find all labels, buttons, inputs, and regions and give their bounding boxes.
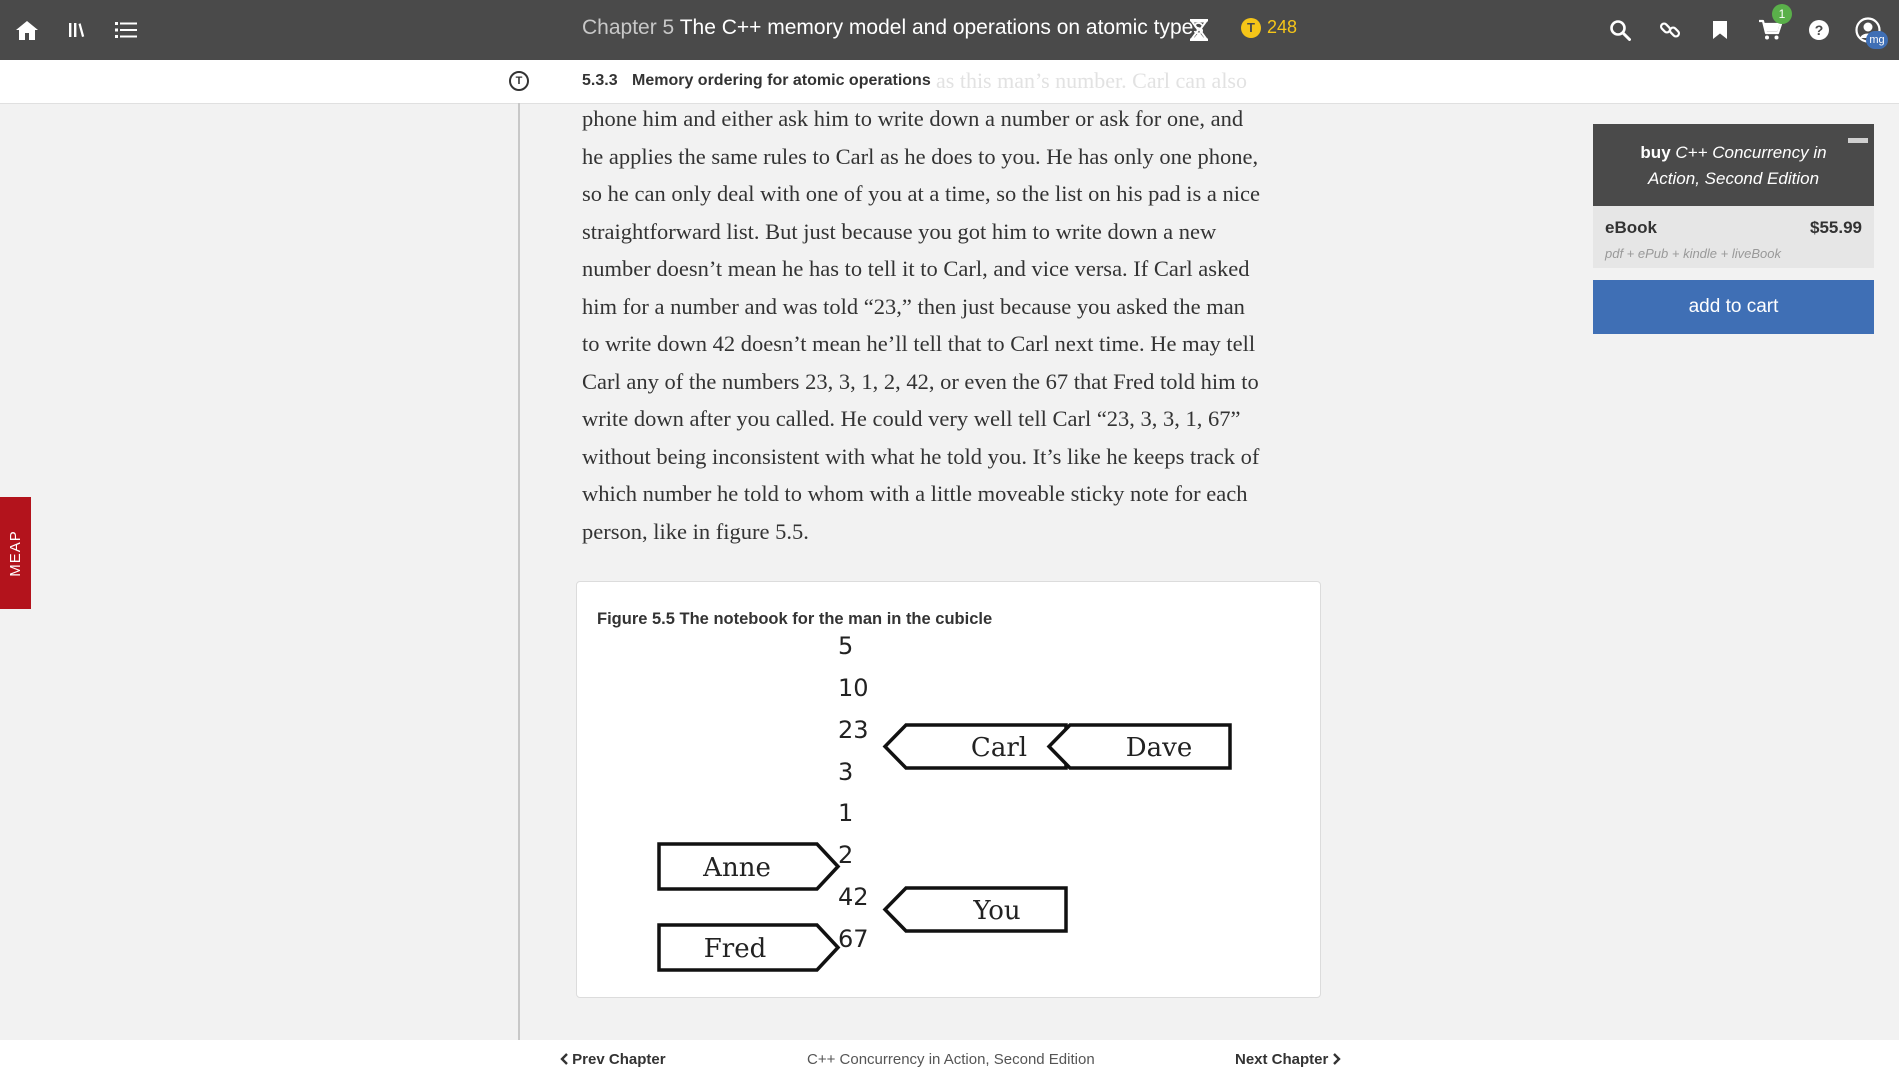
figure-5-5: Figure 5.5 The notebook for the man in t…: [576, 581, 1321, 998]
notebook-number: 3: [838, 758, 853, 786]
content-left-rule: [518, 103, 520, 1040]
meap-label: MEAP: [7, 529, 25, 577]
svg-text:?: ?: [1815, 22, 1824, 38]
anne-label: Anne: [702, 853, 771, 883]
dave-label: Dave: [1126, 733, 1192, 763]
next-chapter-link[interactable]: Next Chapter: [1235, 1051, 1341, 1068]
chapter-name: The C++ memory model and operations on a…: [679, 16, 1204, 39]
text-line: write down after you called. He could ve…: [582, 406, 1241, 431]
notebook-number: 42: [838, 883, 869, 911]
footer-book-title: C++ Concurrency in Action, Second Editio…: [807, 1051, 1095, 1068]
notebook-number: 67: [838, 925, 869, 953]
token-icon: T: [1241, 17, 1261, 38]
user-initials-badge: mg: [1866, 31, 1888, 49]
section-token-icon[interactable]: T: [509, 71, 529, 91]
next-chapter-label: Next Chapter: [1235, 1051, 1329, 1068]
section-number: 5.3.3: [582, 72, 618, 89]
library-icon[interactable]: [62, 16, 90, 44]
search-icon[interactable]: [1606, 16, 1634, 44]
ebook-price: $55.99: [1810, 218, 1862, 237]
notebook-number: 1: [838, 799, 853, 827]
purchase-panel: buy C++ Concurrency in Action, Second Ed…: [1593, 124, 1874, 334]
section-overlap-text: as this man’s number. Carl can also: [936, 68, 1247, 93]
text-line: to write down 42 doesn’t mean he’ll tell…: [582, 331, 1256, 356]
you-label: You: [972, 896, 1020, 926]
prev-chapter-label: Prev Chapter: [572, 1051, 666, 1068]
token-count: 248: [1267, 17, 1298, 37]
notebook-diagram: 5 10 23 3 1 2 42 67 Carl Dave You Anne F…: [657, 632, 1232, 972]
text-line: person, like in figure 5.5.: [582, 518, 809, 544]
collapse-icon[interactable]: [1848, 138, 1868, 143]
text-line: number doesn’t mean he has to tell it to…: [582, 256, 1250, 281]
notebook-number: 10: [838, 674, 869, 702]
home-icon[interactable]: [13, 16, 41, 44]
purchase-header: buy C++ Concurrency in Action, Second Ed…: [1593, 124, 1874, 206]
text-line: Carl any of the numbers 23, 3, 1, 2, 42,…: [582, 368, 1259, 394]
text-line: he applies the same rules to Carl as he …: [582, 143, 1259, 169]
text-line: which number he told to whom with a litt…: [582, 481, 1248, 506]
chapter-number: Chapter 5: [582, 16, 675, 39]
meap-tab[interactable]: MEAP: [0, 497, 31, 609]
text-line: him for a number and was told “23,” then…: [582, 293, 1245, 319]
top-toolbar: Chapter 5 The C++ memory model and opera…: [0, 0, 1899, 60]
book-title-line-1: C++ Concurrency in: [1675, 143, 1827, 162]
token-balance[interactable]: T 248: [1241, 17, 1297, 38]
add-to-cart-button[interactable]: add to cart: [1593, 280, 1874, 334]
buy-prefix: buy: [1640, 143, 1671, 162]
bookmark-icon[interactable]: [1706, 16, 1734, 44]
text-line: straightforward list. But just because y…: [582, 218, 1217, 244]
carl-label: Carl: [971, 733, 1027, 763]
book-content: phone him and either ask him to write do…: [582, 100, 1322, 550]
ebook-formats: pdf + ePub + kindle + liveBook: [1605, 246, 1781, 261]
section-title: Memory ordering for atomic operations: [632, 72, 931, 89]
text-line: so he can only deal with one of you at a…: [582, 181, 1260, 206]
text-line: without being inconsistent with what he …: [582, 443, 1260, 469]
table-of-contents-icon[interactable]: [112, 16, 140, 44]
text-line: phone him and either ask him to write do…: [582, 106, 1244, 131]
chevron-left-icon: [560, 1053, 568, 1065]
prev-chapter-link[interactable]: Prev Chapter: [560, 1051, 666, 1068]
body-paragraph: phone him and either ask him to write do…: [582, 100, 1322, 550]
book-title-line-2: Action, Second Edition: [1647, 169, 1820, 188]
chapter-title: Chapter 5 The C++ memory model and opera…: [582, 16, 1204, 40]
chevron-right-icon: [1332, 1053, 1341, 1065]
link-icon[interactable]: [1656, 16, 1684, 44]
cart-count-badge: 1: [1772, 4, 1792, 24]
ebook-option[interactable]: eBook $55.99 pdf + ePub + kindle + liveB…: [1593, 206, 1874, 268]
hourglass-icon[interactable]: [1185, 16, 1213, 44]
notebook-number: 23: [838, 716, 869, 744]
fred-label: Fred: [704, 934, 767, 964]
notebook-number: 5: [838, 632, 853, 660]
help-icon[interactable]: ?: [1805, 16, 1833, 44]
notebook-number: 2: [838, 841, 853, 869]
